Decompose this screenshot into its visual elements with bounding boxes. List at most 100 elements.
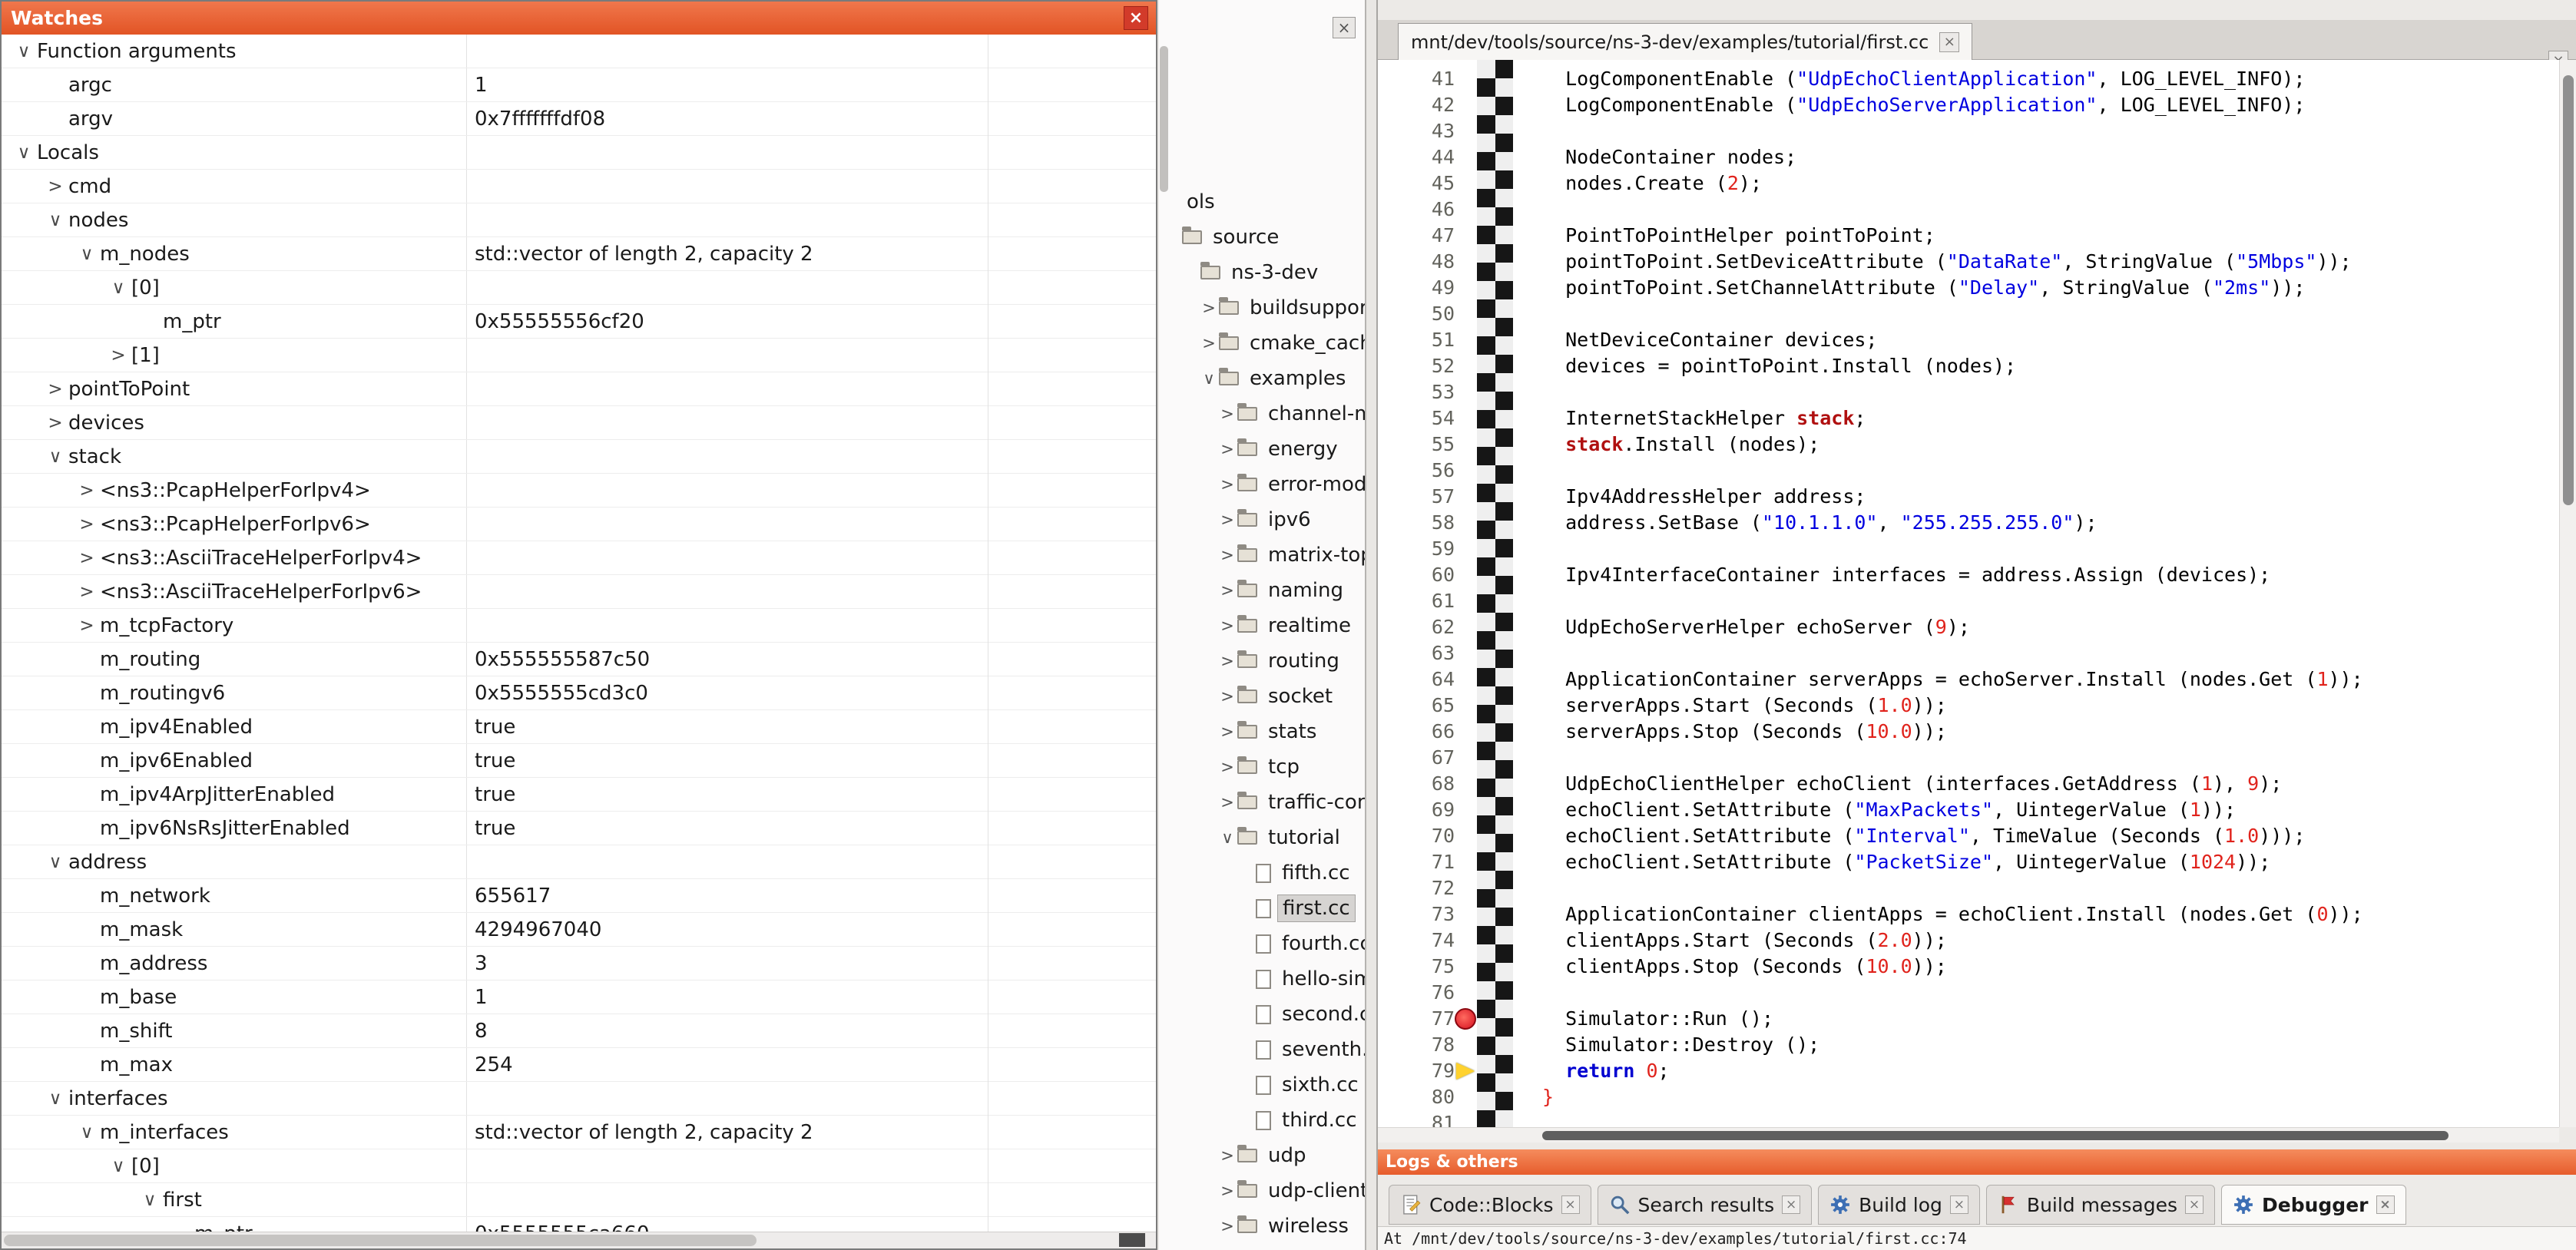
line-number[interactable]: 68 — [1378, 771, 1455, 797]
log-tab-build-log[interactable]: Build log× — [1818, 1185, 1980, 1225]
tree-item[interactable]: >error-model — [1159, 467, 1365, 502]
code-line[interactable]: 50 — [1378, 301, 2559, 327]
scrollbar-handle[interactable] — [2563, 75, 2574, 505]
code-line[interactable]: 80} — [1378, 1084, 2559, 1110]
watch-row[interactable]: m_routing0x555555587c50 — [2, 643, 1156, 676]
code-line[interactable]: 63 — [1378, 640, 2559, 666]
expander-closed-icon[interactable]: > — [1217, 758, 1237, 776]
line-number[interactable]: 49 — [1378, 275, 1455, 301]
code-text[interactable]: echoClient.SetAttribute ("MaxPackets", U… — [1542, 797, 2236, 823]
code-line[interactable]: 56 — [1378, 458, 2559, 484]
code-line[interactable]: 46 — [1378, 197, 2559, 223]
code-text[interactable]: clientApps.Start (Seconds (2.0)); — [1542, 928, 1947, 954]
line-number[interactable]: 62 — [1378, 614, 1455, 640]
tree-vscrollbar[interactable] — [1160, 46, 1168, 192]
code-text[interactable]: clientApps.Stop (Seconds (10.0)); — [1542, 954, 1947, 980]
watch-row[interactable]: >pointToPoint — [2, 372, 1156, 406]
code-text[interactable]: UdpEchoServerHelper echoServer (9); — [1542, 614, 1970, 640]
breakpoint-icon[interactable] — [1455, 1008, 1476, 1030]
tree-item[interactable]: third.cc — [1159, 1103, 1365, 1138]
close-icon[interactable]: × — [1561, 1195, 1580, 1214]
code-line[interactable]: 78 Simulator::Destroy (); — [1378, 1032, 2559, 1058]
expander-closed-icon[interactable]: > — [1217, 511, 1237, 529]
code-text[interactable]: Simulator::Run (); — [1542, 1006, 1773, 1032]
code-text[interactable]: pointToPoint.SetChannelAttribute ("Delay… — [1542, 275, 2305, 301]
tree-item[interactable]: second.cc — [1159, 997, 1365, 1032]
watch-row[interactable]: m_ptr0x55555556cf20 — [2, 305, 1156, 339]
close-icon[interactable]: × — [1950, 1195, 1968, 1214]
line-number[interactable]: 69 — [1378, 797, 1455, 823]
expander-open-icon[interactable]: ∨ — [1217, 828, 1237, 847]
tree-item[interactable]: >matrix-topol — [1159, 537, 1365, 573]
watch-row[interactable]: ∨Function arguments — [2, 35, 1156, 68]
tree-item[interactable]: >socket — [1159, 679, 1365, 714]
expander-open-icon[interactable]: ∨ — [74, 244, 100, 264]
expander-closed-icon[interactable]: > — [1217, 1182, 1237, 1200]
line-number[interactable]: 71 — [1378, 849, 1455, 875]
code-view[interactable]: 41 LogComponentEnable ("UdpEchoClientApp… — [1378, 60, 2559, 1127]
close-icon[interactable]: × — [1333, 17, 1356, 38]
tree-item[interactable]: seventh.cc — [1159, 1032, 1365, 1067]
watch-row[interactable]: m_ipv4Enabledtrue — [2, 710, 1156, 744]
close-icon[interactable]: × — [1124, 6, 1148, 30]
code-text[interactable]: echoClient.SetAttribute ("Interval", Tim… — [1542, 823, 2305, 849]
code-text[interactable]: nodes.Create (2); — [1542, 170, 1762, 197]
code-line[interactable]: 67 — [1378, 745, 2559, 771]
watch-row[interactable]: m_ipv6NsRsJitterEnabledtrue — [2, 812, 1156, 845]
line-number[interactable]: 64 — [1378, 666, 1455, 693]
watch-row[interactable]: m_base1 — [2, 980, 1156, 1014]
code-text[interactable]: NetDeviceContainer devices; — [1542, 327, 1878, 353]
code-line[interactable]: 42 LogComponentEnable ("UdpEchoServerApp… — [1378, 92, 2559, 118]
expander-open-icon[interactable]: ∨ — [42, 447, 68, 467]
code-line[interactable]: 77 Simulator::Run (); — [1378, 1006, 2559, 1032]
tree-item[interactable]: fourth.cc — [1159, 926, 1365, 961]
watches-hscrollbar[interactable] — [2, 1232, 1156, 1248]
code-line[interactable]: 76 — [1378, 980, 2559, 1006]
line-number[interactable]: 51 — [1378, 327, 1455, 353]
tree-item[interactable]: >stats — [1159, 714, 1365, 749]
expander-open-icon[interactable]: ∨ — [105, 1156, 131, 1176]
code-line[interactable]: 45 nodes.Create (2); — [1378, 170, 2559, 197]
watch-row[interactable]: m_ipv4ArpJitterEnabledtrue — [2, 778, 1156, 812]
watch-row[interactable]: >[1] — [2, 339, 1156, 372]
line-number[interactable]: 45 — [1378, 170, 1455, 197]
log-tab-debugger[interactable]: Debugger× — [2221, 1185, 2405, 1225]
code-text[interactable]: InternetStackHelper stack; — [1542, 405, 1866, 432]
log-tab-code-blocks[interactable]: Code::Blocks× — [1389, 1185, 1591, 1225]
code-text[interactable]: serverApps.Start (Seconds (1.0)); — [1542, 693, 1947, 719]
line-number[interactable]: 54 — [1378, 405, 1455, 432]
code-line[interactable]: 61 — [1378, 588, 2559, 614]
code-line[interactable]: 68 UdpEchoClientHelper echoClient (inter… — [1378, 771, 2559, 797]
logs-panel-header[interactable]: Logs & others — [1378, 1149, 2576, 1175]
code-text[interactable]: ApplicationContainer clientApps = echoCl… — [1542, 901, 2363, 928]
expander-open-icon[interactable]: ∨ — [137, 1190, 163, 1210]
code-line[interactable]: 70 echoClient.SetAttribute ("Interval", … — [1378, 823, 2559, 849]
line-number[interactable]: 77 — [1378, 1006, 1455, 1032]
code-line[interactable]: 74 clientApps.Start (Seconds (2.0)); — [1378, 928, 2559, 954]
code-text[interactable]: LogComponentEnable ("UdpEchoClientApplic… — [1542, 66, 2305, 92]
tree-item[interactable]: ols — [1159, 184, 1365, 220]
watch-row[interactable]: ><ns3::AsciiTraceHelperForIpv4> — [2, 541, 1156, 575]
expander-closed-icon[interactable]: > — [1217, 440, 1237, 458]
tree-item[interactable]: first.cc — [1159, 891, 1365, 926]
code-line[interactable]: 48 pointToPoint.SetDeviceAttribute ("Dat… — [1378, 249, 2559, 275]
close-icon[interactable]: × — [1939, 32, 1959, 52]
expander-closed-icon[interactable]: > — [105, 346, 131, 365]
line-number[interactable]: 74 — [1378, 928, 1455, 954]
watches-titlebar[interactable]: Watches × — [2, 2, 1156, 35]
line-number[interactable]: 65 — [1378, 693, 1455, 719]
line-number[interactable]: 63 — [1378, 640, 1455, 666]
line-number[interactable]: 50 — [1378, 301, 1455, 327]
line-number[interactable]: 42 — [1378, 92, 1455, 118]
expander-closed-icon[interactable]: > — [1217, 475, 1237, 494]
code-text[interactable]: return 0; — [1542, 1058, 1670, 1084]
watch-row[interactable]: m_network655617 — [2, 879, 1156, 913]
watch-row[interactable]: m_address3 — [2, 947, 1156, 980]
code-text[interactable]: Simulator::Destroy (); — [1542, 1032, 1819, 1058]
line-number[interactable]: 43 — [1378, 118, 1455, 144]
watch-row[interactable]: ∨[0] — [2, 1149, 1156, 1183]
expander-closed-icon[interactable]: > — [74, 514, 100, 534]
close-icon[interactable]: × — [2376, 1195, 2395, 1214]
code-text[interactable]: echoClient.SetAttribute ("PacketSize", U… — [1542, 849, 2270, 875]
expander-closed-icon[interactable]: > — [1217, 1217, 1237, 1235]
